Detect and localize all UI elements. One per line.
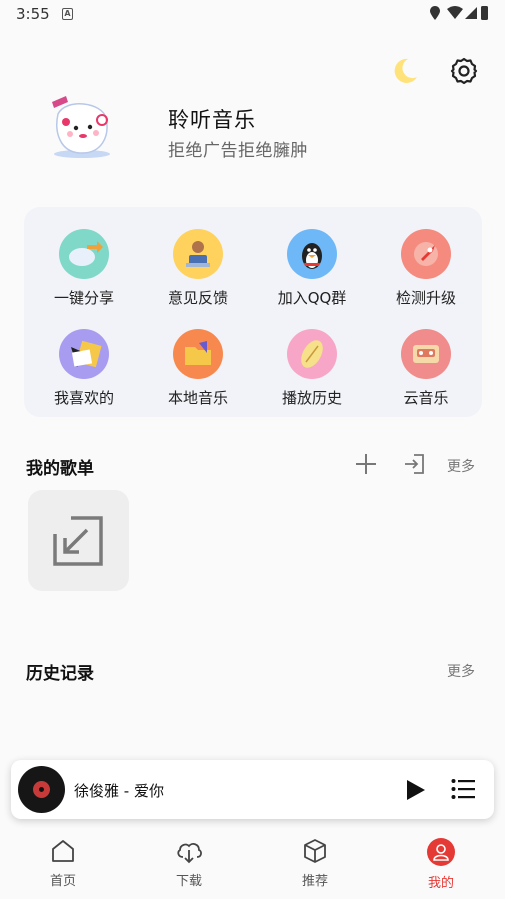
nav-mine-label: 我的 xyxy=(427,876,454,891)
favorites-icon xyxy=(59,329,109,379)
home-icon xyxy=(52,840,74,862)
user-icon xyxy=(427,838,455,866)
app-subtitle: 拒绝广告拒绝臃肿 xyxy=(168,141,308,161)
arrow-down-left-icon xyxy=(53,516,103,566)
now-playing-title: 徐俊雅 - 爱你 xyxy=(74,782,164,800)
nav-download[interactable]: 下载 xyxy=(149,838,229,894)
location-icon xyxy=(430,6,440,20)
playlist-queue-icon[interactable] xyxy=(451,778,475,800)
nav-recommend[interactable]: 推荐 xyxy=(275,838,355,894)
play-history-label: 播放历史 xyxy=(281,389,342,407)
cassette-icon xyxy=(401,329,451,379)
function-grid: 一键分享 意见反馈 加入QQ群 检测升级 我喜欢的 本地音乐 播放历史 云音乐 xyxy=(24,207,482,417)
nav-mine[interactable]: 我的 xyxy=(401,838,481,894)
play-history-button[interactable]: 播放历史 xyxy=(255,329,369,425)
import-playlist-tile[interactable] xyxy=(28,490,129,591)
nav-home-label: 首页 xyxy=(49,874,76,889)
cube-icon xyxy=(304,839,326,863)
play-icon[interactable] xyxy=(404,779,426,801)
feedback-icon xyxy=(173,229,223,279)
nav-download-label: 下载 xyxy=(175,874,202,889)
nav-recommend-label: 推荐 xyxy=(301,874,328,889)
wifi-icon xyxy=(447,6,463,19)
cloud-music-label: 云音乐 xyxy=(403,389,449,407)
battery-icon xyxy=(481,6,488,20)
history-title: 历史记录 xyxy=(26,664,94,684)
import-playlist-icon[interactable] xyxy=(402,452,426,476)
app-title: 聆听音乐 xyxy=(168,108,256,132)
playlists-more-link[interactable]: 更多 xyxy=(447,456,475,476)
status-time: 3:55 xyxy=(16,5,50,23)
join-qq-group-label: 加入QQ群 xyxy=(277,289,347,307)
qq-penguin-icon xyxy=(287,229,337,279)
moon-icon[interactable] xyxy=(388,55,420,87)
add-playlist-icon[interactable] xyxy=(354,452,378,476)
join-qq-group-button[interactable]: 加入QQ群 xyxy=(255,229,369,325)
feedback-button[interactable]: 意见反馈 xyxy=(141,229,255,325)
local-music-button[interactable]: 本地音乐 xyxy=(141,329,255,425)
favorites-label: 我喜欢的 xyxy=(53,389,114,407)
signal-icon xyxy=(465,7,477,19)
nav-home[interactable]: 首页 xyxy=(23,838,103,894)
favorites-button[interactable]: 我喜欢的 xyxy=(27,329,141,425)
mini-player[interactable]: 徐俊雅 - 爱你 xyxy=(11,760,494,819)
album-disc[interactable] xyxy=(18,766,65,813)
status-bar: 3:55 A xyxy=(0,0,505,28)
history-disc-icon xyxy=(287,329,337,379)
share-button[interactable]: 一键分享 xyxy=(27,229,141,325)
sim-indicator: A xyxy=(62,8,73,20)
my-playlists-title: 我的歌单 xyxy=(26,459,94,479)
cloud-download-icon xyxy=(177,843,202,864)
check-update-label: 检测升级 xyxy=(395,289,456,307)
folder-music-icon xyxy=(173,329,223,379)
share-label: 一键分享 xyxy=(53,289,114,307)
rocket-icon xyxy=(401,229,451,279)
check-update-button[interactable]: 检测升级 xyxy=(369,229,483,325)
feedback-label: 意见反馈 xyxy=(167,289,228,307)
local-music-label: 本地音乐 xyxy=(167,389,228,407)
cloud-music-button[interactable]: 云音乐 xyxy=(369,329,483,425)
gear-icon[interactable] xyxy=(449,56,479,86)
app-mascot-logo xyxy=(52,96,110,158)
share-icon xyxy=(59,229,109,279)
system-icons xyxy=(429,5,489,25)
history-more-link[interactable]: 更多 xyxy=(447,661,475,681)
